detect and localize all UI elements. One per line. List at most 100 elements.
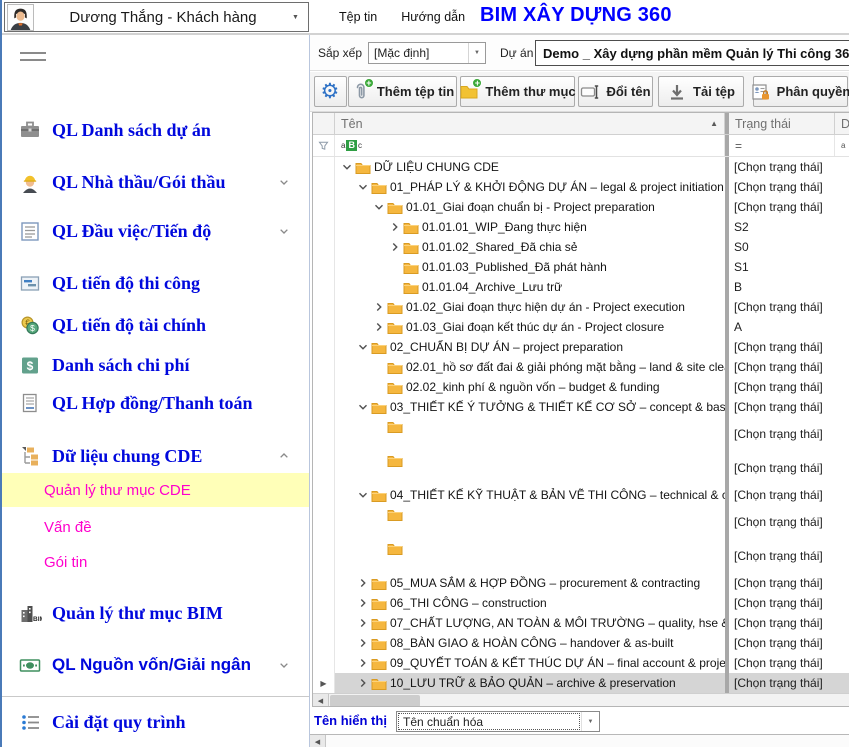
name-cell[interactable]: 03.01_thiết kế ý tưởng & mô hình BIM sơ … bbox=[335, 417, 725, 451]
grid-horizontal-scrollbar[interactable]: ◀ bbox=[313, 693, 849, 707]
collapse-icon[interactable] bbox=[371, 200, 387, 214]
filter-name-cell[interactable]: aBc bbox=[335, 135, 725, 156]
collapse-icon[interactable] bbox=[355, 180, 371, 194]
tree-row[interactable]: 03.01_thiết kế ý tưởng & mô hình BIM sơ … bbox=[313, 417, 849, 451]
status-cell[interactable]: [Chọn trạng thái] bbox=[729, 485, 835, 505]
sidebar-item-financial-progress[interactable]: QL tiến độ tài chính bbox=[2, 308, 310, 342]
name-cell[interactable]: 10_LƯU TRỮ & BẢO QUẢN – archive & preser… bbox=[335, 673, 725, 693]
expand-icon[interactable] bbox=[355, 676, 371, 690]
tree-row[interactable]: 01.01.02_Shared_Đã chia sẻS0 bbox=[313, 237, 849, 257]
status-cell[interactable]: [Chọn trạng thái] bbox=[729, 157, 835, 177]
scroll-left-icon[interactable]: ◀ bbox=[313, 694, 329, 707]
status-cell[interactable]: S0 bbox=[729, 237, 835, 257]
tree-row[interactable]: 01.01.03_Published_Đã phát hànhS1 bbox=[313, 257, 849, 277]
name-cell[interactable]: 03.02_bản vẽ thiết kế cơ sở & phê duyệt … bbox=[335, 451, 725, 485]
name-cell[interactable]: 02_CHUẨN BỊ DỰ ÁN – project preparation bbox=[335, 337, 725, 357]
tree-row[interactable]: 03.02_bản vẽ thiết kế cơ sở & phê duyệt … bbox=[313, 451, 849, 485]
tree-row[interactable]: 01.01.04_Archive_Lưu trữB bbox=[313, 277, 849, 297]
tree-row[interactable]: 04.01_thiết kế kỹ thuật & phối hợp bim –… bbox=[313, 505, 849, 539]
tree-row[interactable]: DỮ LIỆU CHUNG CDE[Chọn trạng thái] bbox=[313, 157, 849, 177]
status-cell[interactable]: [Chọn trạng thái] bbox=[729, 653, 835, 673]
tree-row[interactable]: 01_PHÁP LÝ & KHỞI ĐỘNG DỰ ÁN – legal & p… bbox=[313, 177, 849, 197]
name-cell[interactable]: 01.03_Giai đoạn kết thúc dự án - Project… bbox=[335, 317, 725, 337]
status-cell[interactable]: A bbox=[729, 317, 835, 337]
expand-icon[interactable] bbox=[387, 240, 403, 254]
status-cell[interactable]: [Chọn trạng thái] bbox=[729, 505, 835, 539]
status-cell[interactable]: [Chọn trạng thái] bbox=[729, 337, 835, 357]
sidebar-item-tasks-progress[interactable]: QL Đầu việc/Tiến độ bbox=[2, 214, 310, 248]
status-cell[interactable]: B bbox=[729, 277, 835, 297]
expand-icon[interactable] bbox=[387, 220, 403, 234]
status-cell[interactable]: S1 bbox=[729, 257, 835, 277]
status-cell[interactable]: [Chọn trạng thái] bbox=[729, 297, 835, 317]
name-cell[interactable]: 08_BÀN GIAO & HOÀN CÔNG – handover & as-… bbox=[335, 633, 725, 653]
hamburger-menu-icon[interactable] bbox=[20, 47, 46, 66]
sort-select[interactable]: [Mặc định] ▼ bbox=[368, 42, 486, 64]
collapse-icon[interactable] bbox=[339, 160, 355, 174]
expand-icon[interactable] bbox=[371, 320, 387, 334]
sidebar-item-process-settings[interactable]: Cài đặt quy trình bbox=[2, 705, 310, 739]
name-cell[interactable]: 01.01.04_Archive_Lưu trữ bbox=[335, 277, 725, 297]
menu-item-file[interactable]: Tệp tin bbox=[327, 0, 389, 33]
tree-row[interactable]: 02_CHUẨN BỊ DỰ ÁN – project preparation[… bbox=[313, 337, 849, 357]
scroll-left-icon[interactable]: ◀ bbox=[310, 735, 326, 747]
name-cell[interactable]: 01.01_Giai đoạn chuẩn bị - Project prepa… bbox=[335, 197, 725, 217]
status-cell[interactable]: [Chọn trạng thái] bbox=[729, 593, 835, 613]
rename-button[interactable]: Đổi tên bbox=[578, 76, 653, 107]
name-cell[interactable]: 07_CHẤT LƯỢNG, AN TOÀN & MÔI TRƯỜNG – qu… bbox=[335, 613, 725, 633]
project-name-field[interactable]: Demo _ Xây dựng phần mềm Quản lý Thi côn… bbox=[535, 40, 849, 66]
name-cell[interactable]: 04.02_bản vẽ thi công & yêu cầu kỹ thuật… bbox=[335, 539, 725, 573]
sidebar-item-projects[interactable]: QL Danh sách dự án bbox=[2, 113, 310, 147]
sidebar-item-construction-progress[interactable]: QL tiến độ thi công bbox=[2, 266, 310, 300]
expand-icon[interactable] bbox=[355, 636, 371, 650]
status-cell[interactable]: [Chọn trạng thái] bbox=[729, 613, 835, 633]
status-cell[interactable]: [Chọn trạng thái] bbox=[729, 673, 835, 693]
settings-button[interactable]: ⚙ bbox=[314, 76, 347, 107]
header-name-column[interactable]: Tên ▲ bbox=[335, 113, 725, 134]
status-cell[interactable]: [Chọn trạng thái] bbox=[729, 377, 835, 397]
scrollbar-thumb[interactable] bbox=[330, 695, 420, 707]
name-cell[interactable]: 01_PHÁP LÝ & KHỞI ĐỘNG DỰ ÁN – legal & p… bbox=[335, 177, 725, 197]
status-cell[interactable]: [Chọn trạng thái] bbox=[729, 177, 835, 197]
name-cell[interactable]: 01.01.03_Published_Đã phát hành bbox=[335, 257, 725, 277]
sidebar-item-bim-folder-management[interactable]: Quản lý thư mục BIM bbox=[2, 596, 310, 630]
sidebar-item-funding-disbursement[interactable]: QL Nguồn vốn/Giải ngân bbox=[2, 648, 310, 682]
tree-row[interactable]: 01.03_Giai đoạn kết thúc dự án - Project… bbox=[313, 317, 849, 337]
status-cell[interactable]: [Chọn trạng thái] bbox=[729, 539, 835, 573]
name-cell[interactable]: 01.01.01_WIP_Đang thực hiện bbox=[335, 217, 725, 237]
sidebar-item-cde-folder-management[interactable]: Quản lý thư mục CDE bbox=[2, 473, 310, 507]
header-d-column[interactable]: D bbox=[835, 113, 849, 134]
status-cell[interactable]: [Chọn trạng thái] bbox=[729, 197, 835, 217]
name-cell[interactable]: 04.01_thiết kế kỹ thuật & phối hợp bim –… bbox=[335, 505, 725, 539]
tree-row[interactable]: 02.01_hồ sơ đất đai & giải phóng mặt bằn… bbox=[313, 357, 849, 377]
sidebar-item-contractors[interactable]: QL Nhà thầu/Gói thầu bbox=[2, 165, 310, 199]
display-name-select[interactable]: Tên chuẩn hóa ▼ bbox=[396, 711, 600, 732]
name-cell[interactable]: 02.02_kinh phí & nguồn vốn – budget & fu… bbox=[335, 377, 725, 397]
status-cell[interactable]: [Chọn trạng thái] bbox=[729, 397, 835, 417]
tree-row[interactable]: 01.01.01_WIP_Đang thực hiệnS2 bbox=[313, 217, 849, 237]
expand-icon[interactable] bbox=[355, 616, 371, 630]
permissions-button[interactable]: Phân quyền bbox=[753, 76, 848, 107]
name-cell[interactable]: 06_THI CÔNG – construction bbox=[335, 593, 725, 613]
tree-row[interactable]: 06_THI CÔNG – construction[Chọn trạng th… bbox=[313, 593, 849, 613]
expand-icon[interactable] bbox=[355, 656, 371, 670]
sidebar-item-cost-list[interactable]: Danh sách chi phí bbox=[2, 348, 310, 382]
collapse-icon[interactable] bbox=[355, 400, 371, 414]
user-selector[interactable]: Dương Thắng - Khách hàng ▼ bbox=[4, 2, 309, 32]
collapse-icon[interactable] bbox=[355, 488, 371, 502]
tree-row[interactable]: 05_MUA SẮM & HỢP ĐỒNG – procurement & co… bbox=[313, 573, 849, 593]
name-cell[interactable]: DỮ LIỆU CHUNG CDE bbox=[335, 157, 725, 177]
tree-row[interactable]: 09_QUYẾT TOÁN & KẾT THÚC DỰ ÁN – final a… bbox=[313, 653, 849, 673]
tree-row[interactable]: 01.02_Giai đoạn thực hiện dự án - Projec… bbox=[313, 297, 849, 317]
name-cell[interactable]: 01.01.02_Shared_Đã chia sẻ bbox=[335, 237, 725, 257]
tree-row[interactable]: 04_THIẾT KẾ KỸ THUẬT & BẢN VẼ THI CÔNG –… bbox=[313, 485, 849, 505]
expand-icon[interactable] bbox=[355, 596, 371, 610]
status-cell[interactable]: [Chọn trạng thái] bbox=[729, 417, 835, 451]
collapse-icon[interactable] bbox=[355, 340, 371, 354]
tree-row[interactable]: 04.02_bản vẽ thi công & yêu cầu kỹ thuật… bbox=[313, 539, 849, 573]
status-cell[interactable]: S2 bbox=[729, 217, 835, 237]
tree-row[interactable]: 08_BÀN GIAO & HOÀN CÔNG – handover & as-… bbox=[313, 633, 849, 653]
page-horizontal-scrollbar[interactable]: ◀ bbox=[310, 734, 849, 747]
add-file-button[interactable]: +Thêm tệp tin bbox=[348, 76, 457, 107]
tree-row[interactable]: 07_CHẤT LƯỢNG, AN TOÀN & MÔI TRƯỜNG – qu… bbox=[313, 613, 849, 633]
